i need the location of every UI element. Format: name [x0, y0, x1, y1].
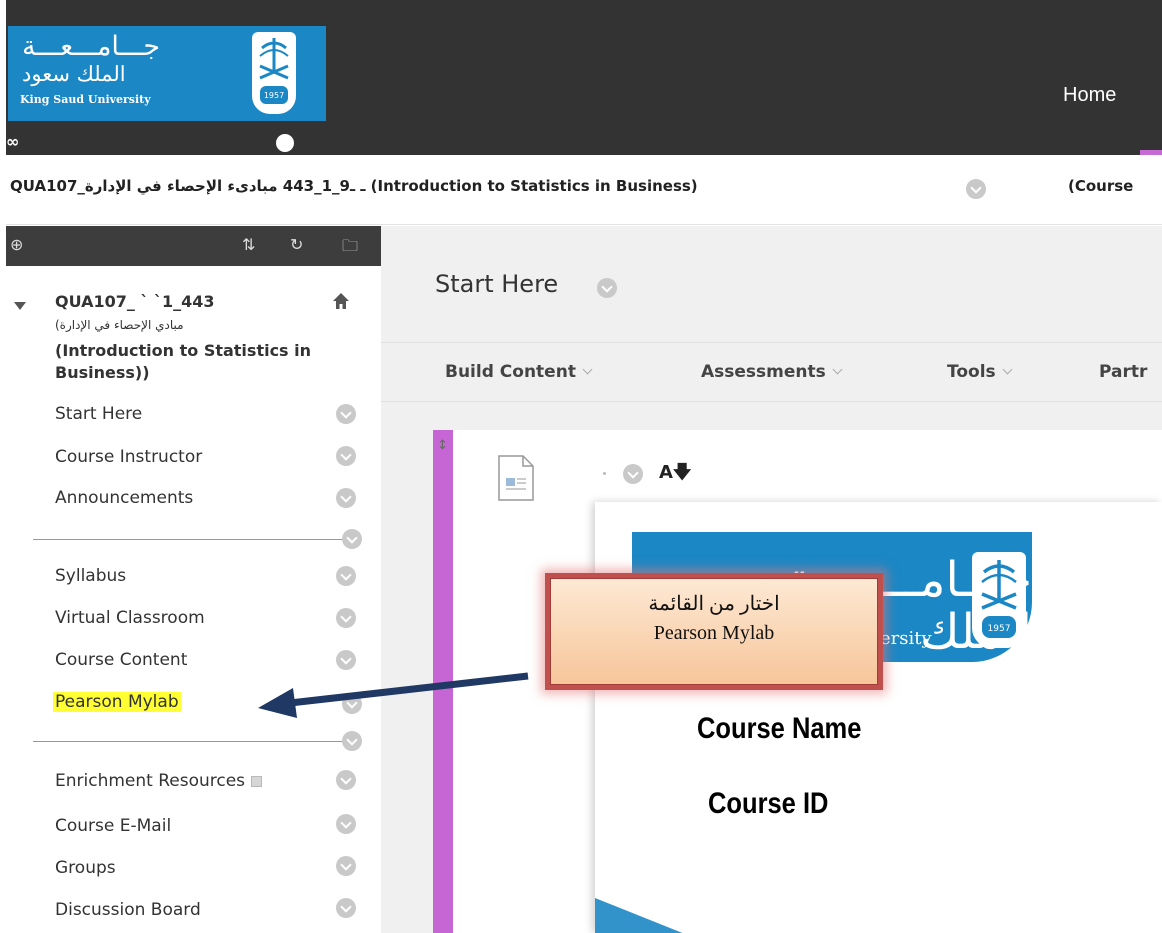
- breadcrumb: QUA107_ـ ـ9_1_443 مبادىء الإحصاء في الإد…: [0, 155, 1162, 225]
- course-arabic-name: مبادي الإحصاء في الإدارة): [55, 318, 184, 332]
- sidebar-toolbar: ⊕ ⇅ ↻ 🗀: [6, 226, 381, 266]
- pearson-mylab-chevron-icon[interactable]: [342, 694, 362, 714]
- callout-english-text: Pearson Mylab: [653, 622, 775, 644]
- left-edge: [0, 0, 6, 933]
- course-menu-sidebar: ⊕ ⇅ ↻ 🗀 QUA107_ ` `1_443 مبادي الإحصاء ف…: [6, 226, 381, 933]
- slide-course-id: Course ID: [708, 787, 829, 820]
- item-dot: [603, 472, 606, 475]
- drag-handle-icon[interactable]: ↕: [437, 438, 448, 453]
- item-options-chevron-icon[interactable]: [623, 464, 643, 484]
- divider-chevron-icon[interactable]: [342, 529, 362, 549]
- instruction-callout: اختار من القائمة Pearson Mylab: [545, 573, 883, 690]
- slide-emblem-icon: 1957: [972, 552, 1026, 648]
- course-instructor-chevron-icon[interactable]: [336, 446, 356, 466]
- build-content-menu[interactable]: Build Content: [445, 362, 593, 382]
- tools-label: Tools: [947, 362, 996, 382]
- sidebar-item-pearson-mylab[interactable]: Pearson Mylab: [53, 692, 181, 712]
- course-english-name: (Introduction to Statistics in Business)…: [55, 341, 312, 382]
- start-here-chevron-icon[interactable]: [336, 404, 356, 424]
- assessments-label: Assessments: [701, 362, 826, 382]
- emblem-year: 1957: [264, 91, 284, 100]
- nav-home-link[interactable]: Home: [1063, 84, 1116, 107]
- logo-english: King Saud University: [20, 93, 151, 106]
- university-emblem-icon: 1957: [252, 32, 296, 114]
- collapse-course-icon[interactable]: [14, 302, 26, 310]
- sidebar-item-course-email[interactable]: Course E-Mail: [55, 816, 171, 836]
- cursor-dot: [276, 134, 294, 152]
- groups-chevron-icon[interactable]: [336, 856, 356, 876]
- menu-divider: [33, 539, 353, 540]
- reorder-icon[interactable]: ⇅: [242, 235, 255, 254]
- sidebar-item-course-instructor[interactable]: Course Instructor: [55, 447, 202, 467]
- logo-arabic-line2: الملك سعود: [22, 62, 126, 86]
- hidden-item-icon: [251, 775, 263, 787]
- breadcrumb-course-title[interactable]: QUA107_ـ ـ9_1_443 مبادىء الإحصاء في الإد…: [10, 177, 698, 195]
- build-content-label: Build Content: [445, 362, 576, 382]
- sidebar-item-discussion-board[interactable]: Discussion Board: [55, 900, 201, 920]
- link-icon[interactable]: ∞: [6, 132, 19, 151]
- sidebar-item-groups[interactable]: Groups: [55, 858, 116, 878]
- document-icon: [498, 455, 534, 501]
- slide-logo-english: ersity: [880, 628, 932, 649]
- refresh-icon[interactable]: ↻: [290, 235, 303, 254]
- sidebar-item-enrichment-resources[interactable]: Enrichment Resources: [55, 771, 263, 791]
- course-home-icon[interactable]: [332, 292, 350, 310]
- course-content-chevron-icon[interactable]: [336, 650, 356, 670]
- syllabus-chevron-icon[interactable]: [336, 566, 356, 586]
- discussion-board-chevron-icon[interactable]: [336, 898, 356, 918]
- menu-divider: [33, 741, 353, 742]
- sidebar-item-course-content[interactable]: Course Content: [55, 650, 187, 670]
- partner-content-label: Partr: [1099, 362, 1148, 382]
- chevron-down-icon: [1002, 364, 1013, 375]
- tools-menu[interactable]: Tools: [947, 362, 1013, 382]
- divider-chevron-icon[interactable]: [342, 731, 362, 751]
- announcements-chevron-icon[interactable]: [336, 488, 356, 508]
- course-email-chevron-icon[interactable]: [336, 814, 356, 834]
- callout-box: اختار من القائمة Pearson Mylab: [550, 578, 878, 685]
- add-menu-item-icon[interactable]: ⊕: [10, 235, 23, 254]
- top-header: جـــامـــعـــة الملك سعود King Saud Univ…: [0, 0, 1162, 155]
- slide-emblem-year: 1957: [988, 624, 1011, 634]
- slide-corner-decoration: [595, 898, 685, 933]
- slide-course-name: Course Name: [697, 712, 862, 745]
- virtual-classroom-chevron-icon[interactable]: [336, 608, 356, 628]
- page-title: Start Here: [435, 270, 559, 298]
- sidebar-item-announcements[interactable]: Announcements: [55, 488, 193, 508]
- chevron-down-icon: [832, 364, 843, 375]
- partner-content-menu[interactable]: Partr: [1099, 362, 1147, 382]
- folder-view-icon[interactable]: 🗀: [342, 235, 358, 262]
- course-code[interactable]: QUA107_ ` `1_443: [55, 292, 215, 311]
- enrichment-resources-chevron-icon[interactable]: [336, 770, 356, 790]
- breadcrumb-next[interactable]: (Course: [1068, 177, 1133, 195]
- sort-az-icon[interactable]: A🡇: [659, 460, 691, 490]
- page-title-chevron-icon[interactable]: [597, 278, 617, 298]
- chevron-down-icon: [582, 364, 593, 375]
- action-bar: Build Content Assessments Tools Partr: [381, 342, 1162, 402]
- university-logo[interactable]: جـــامـــعـــة الملك سعود King Saud Univ…: [8, 26, 326, 121]
- breadcrumb-chevron-icon[interactable]: [966, 179, 986, 199]
- sidebar-item-start-here[interactable]: Start Here: [55, 404, 142, 424]
- enrichment-resources-label: Enrichment Resources: [55, 771, 246, 791]
- course-cover-image: جـــامـــعـــة الملك ersity 1957 Course …: [595, 502, 1162, 933]
- sidebar-item-syllabus[interactable]: Syllabus: [55, 566, 126, 586]
- logo-arabic-line1: جـــامـــعـــة: [22, 31, 161, 62]
- callout-arabic-text: اختار من القائمة: [648, 593, 780, 615]
- assessments-menu[interactable]: Assessments: [701, 362, 843, 382]
- sidebar-item-virtual-classroom[interactable]: Virtual Classroom: [55, 608, 205, 628]
